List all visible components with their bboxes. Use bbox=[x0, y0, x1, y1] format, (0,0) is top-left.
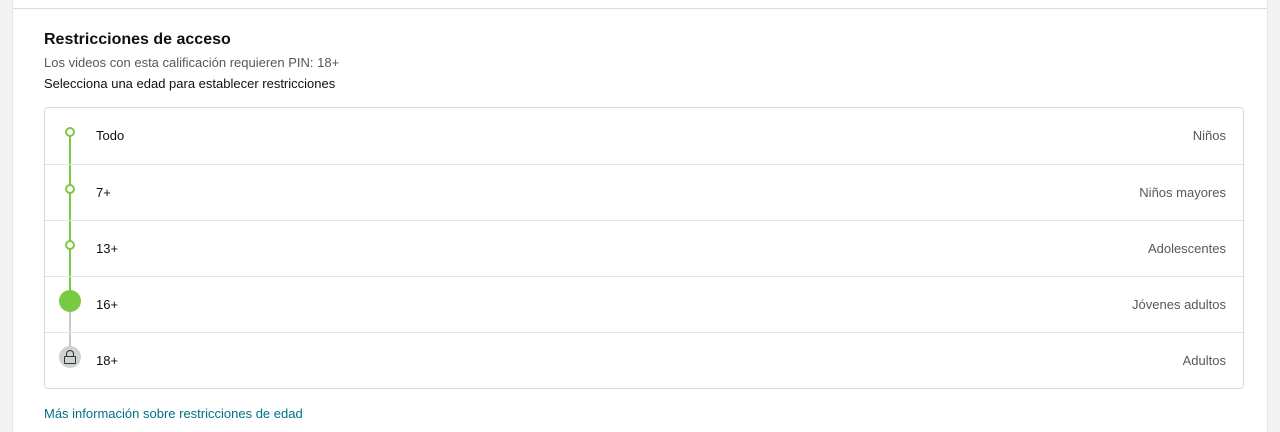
pin-requirement-text: Los videos con esta calificación requier… bbox=[44, 55, 340, 70]
age-rating-list: Todo Niños 7+ Niños mayores 13+ Adolesce… bbox=[44, 107, 1244, 389]
lock-icon bbox=[59, 346, 81, 368]
rating-description: Adolescentes bbox=[1147, 241, 1226, 256]
selected-node-icon bbox=[59, 290, 81, 312]
rating-label: Todo bbox=[96, 128, 125, 143]
rating-row-16plus[interactable]: 16+ Jóvenes adultos bbox=[45, 276, 1243, 332]
ring-node-icon bbox=[65, 127, 75, 137]
access-restrictions-card: Restricciones de acceso Los videos con e… bbox=[12, 0, 1268, 432]
more-info-link[interactable]: Más información sobre restricciones de e… bbox=[44, 406, 303, 421]
rating-description: Jóvenes adultos bbox=[1132, 297, 1226, 312]
rating-description: Adultos bbox=[1182, 353, 1226, 368]
rating-row-18plus[interactable]: 18+ Adultos bbox=[45, 332, 1243, 388]
rating-label: 7+ bbox=[96, 185, 111, 200]
rating-row-todo[interactable]: Todo Niños bbox=[45, 108, 1243, 164]
rating-label: 16+ bbox=[96, 297, 119, 312]
rating-description: Niños mayores bbox=[1139, 185, 1226, 200]
rating-description: Niños bbox=[1192, 128, 1226, 143]
rating-row-7plus[interactable]: 7+ Niños mayores bbox=[45, 164, 1243, 220]
rating-label: 13+ bbox=[96, 241, 119, 256]
ring-node-icon bbox=[65, 240, 75, 250]
top-divider bbox=[13, 8, 1267, 9]
rating-row-13plus[interactable]: 13+ Adolescentes bbox=[45, 220, 1243, 276]
instruction-text: Selecciona una edad para establecer rest… bbox=[44, 76, 336, 91]
section-title: Restricciones de acceso bbox=[44, 31, 231, 48]
ring-node-icon bbox=[65, 184, 75, 194]
rating-label: 18+ bbox=[96, 353, 119, 368]
